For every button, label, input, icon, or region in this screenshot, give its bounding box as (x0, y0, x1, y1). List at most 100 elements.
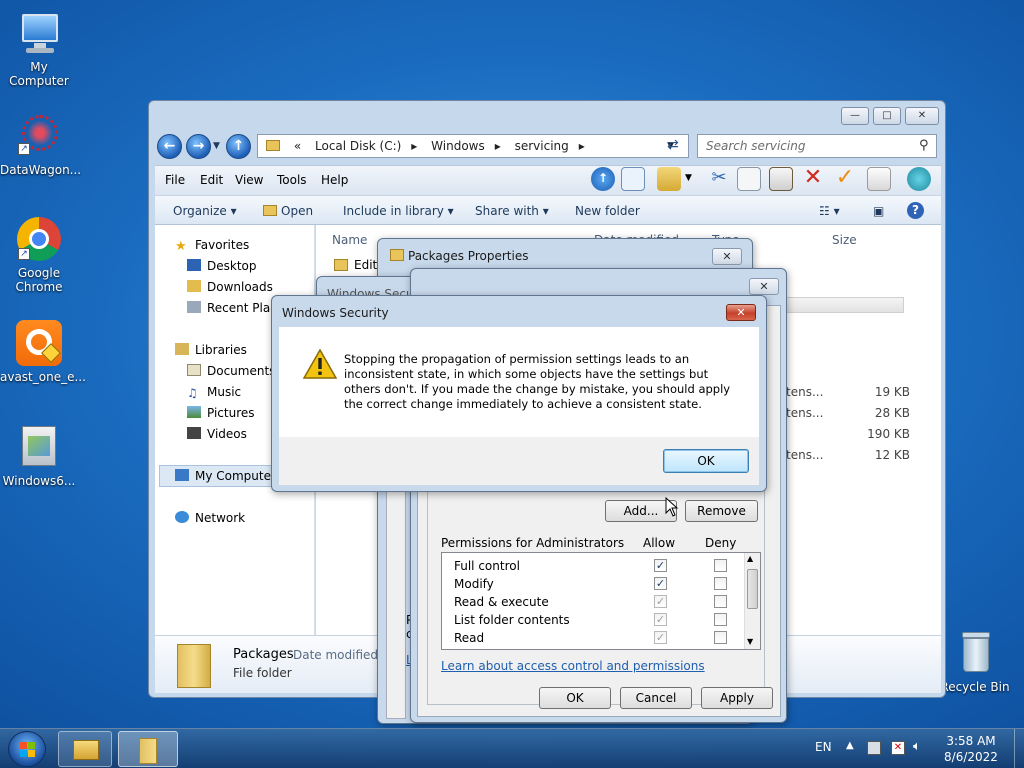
warning-message: Stopping the propagation of permission s… (344, 352, 731, 411)
allow-checkbox[interactable]: ✓ (654, 559, 667, 572)
close-button[interactable]: ✕ (726, 304, 756, 321)
properties-icon[interactable] (867, 167, 891, 191)
search-input[interactable]: Search servicing (697, 134, 937, 158)
details-type: File folder (233, 666, 292, 680)
breadcrumb-windows[interactable]: Windows (431, 139, 485, 153)
taskbar-explorer-button[interactable] (58, 731, 112, 767)
desktop-icon-recycle-bin[interactable]: Recycle Bin (936, 630, 1014, 694)
scroll-down-icon[interactable]: ▼ (747, 637, 753, 646)
deny-header: Deny (705, 536, 737, 550)
show-hidden-icons-icon[interactable]: ▲ (846, 740, 854, 751)
include-in-library-button[interactable]: Include in library ▾ (343, 204, 454, 218)
up-arrow-icon[interactable]: ↑ (226, 134, 251, 159)
desktop-icon-datawagon[interactable]: ↗ DataWagon... (0, 113, 81, 177)
taskbar: EN ▲ ✕ 🔈︎ 3:58 AM 8/6/2022 (0, 728, 1024, 768)
ok-button[interactable]: OK (539, 687, 611, 709)
nav-documents[interactable]: Documents (187, 362, 275, 380)
deny-checkbox[interactable] (714, 577, 727, 590)
allow-checkbox[interactable]: ✓ (654, 613, 667, 626)
ok-button[interactable]: OK (663, 449, 749, 473)
minimize-button[interactable]: — (841, 107, 869, 125)
refresh-icon[interactable]: ⇄ (667, 137, 679, 153)
menu-help[interactable]: Help (321, 173, 348, 187)
action-center-icon[interactable]: ✕ (891, 741, 905, 755)
close-button[interactable]: ✕ (749, 278, 779, 295)
menu-edit[interactable]: Edit (200, 173, 223, 187)
recent-places-icon (187, 301, 201, 313)
warning-dialog[interactable]: Windows Security ✕ Stopping the propagat… (271, 295, 767, 492)
new-folder-button[interactable]: New folder (575, 204, 640, 218)
nav-network[interactable]: Network (175, 509, 245, 527)
organize-button[interactable]: Organize ▾ (173, 204, 237, 218)
language-indicator[interactable]: EN (815, 740, 832, 754)
paste-icon[interactable] (769, 167, 793, 191)
preview-pane-icon[interactable]: ▣ (873, 204, 884, 218)
menu-view[interactable]: View (235, 173, 263, 187)
globe-icon[interactable] (907, 167, 931, 191)
desktop-icon-windows6[interactable]: Windows6... (0, 424, 78, 488)
nav-favorites[interactable]: ★ Favorites (175, 236, 249, 254)
search-icon[interactable]: ⚲ (919, 138, 929, 153)
folder-options-dropdown-icon[interactable]: ▼ (685, 173, 692, 183)
network-tray-icon[interactable] (867, 741, 881, 755)
copy-icon[interactable] (737, 167, 761, 191)
allow-checkbox[interactable]: ✓ (654, 631, 667, 644)
permissions-scrollbar[interactable]: ▲ ▼ (744, 553, 760, 649)
column-size[interactable]: Size (832, 233, 857, 247)
menu-file[interactable]: File (165, 173, 185, 187)
menu-tools[interactable]: Tools (277, 173, 307, 187)
help-icon[interactable]: ? (907, 202, 924, 219)
close-button[interactable]: ✕ (905, 107, 939, 125)
learn-more-link[interactable]: Learn about access control and permissio… (441, 659, 705, 673)
volume-icon[interactable]: 🔈︎ (913, 739, 921, 754)
permission-label: Read (454, 631, 485, 645)
open-button[interactable]: Open (263, 204, 313, 218)
nav-desktop[interactable]: Desktop (187, 257, 257, 275)
allow-checkbox[interactable]: ✓ (654, 595, 667, 608)
clock[interactable]: 3:58 AM 8/6/2022 (930, 733, 1012, 765)
desktop-icon-my-computer[interactable]: My Computer (0, 10, 78, 88)
deny-checkbox[interactable] (714, 613, 727, 626)
check-icon[interactable]: ✓ (833, 167, 857, 191)
share-with-button[interactable]: Share with ▾ (475, 204, 549, 218)
view-options-icon[interactable]: ☷ ▾ (819, 204, 840, 218)
delete-icon[interactable]: ✕ (801, 167, 825, 191)
deny-checkbox[interactable] (714, 595, 727, 608)
nav-libraries[interactable]: Libraries (175, 341, 247, 359)
deny-checkbox[interactable] (714, 559, 727, 572)
nav-my-computer[interactable]: My Computer (175, 467, 276, 485)
desktop-icon-avast[interactable]: avast_one_e... (0, 320, 86, 384)
maximize-button[interactable]: □ (873, 107, 901, 125)
taskbar-active-window-button[interactable] (118, 731, 178, 767)
cut-icon[interactable]: ✂ (707, 167, 731, 191)
start-button[interactable] (8, 731, 46, 767)
up-folder-icon[interactable]: ↑ (591, 167, 615, 191)
nav-music[interactable]: ♫ Music (187, 383, 241, 401)
cancel-button[interactable]: Cancel (620, 687, 692, 709)
recycle-bin-icon (952, 630, 998, 676)
deny-checkbox[interactable] (714, 631, 727, 644)
forward-arrow-icon[interactable]: → (186, 134, 211, 159)
back-arrow-icon[interactable]: ← (157, 134, 182, 159)
folder-options-icon[interactable] (657, 167, 681, 191)
nav-videos[interactable]: Videos (187, 425, 247, 443)
scroll-up-icon[interactable]: ▲ (747, 554, 753, 563)
close-button[interactable]: ✕ (712, 248, 742, 265)
scroll-thumb[interactable] (747, 569, 758, 609)
nav-downloads[interactable]: Downloads (187, 278, 273, 296)
breadcrumb-local-disk[interactable]: Local Disk (C:) (315, 139, 401, 153)
remove-button[interactable]: Remove (685, 500, 758, 522)
panes-icon[interactable] (621, 167, 645, 191)
avast-icon (16, 320, 62, 366)
history-dropdown-icon[interactable]: ▼ (213, 141, 220, 151)
star-icon: ★ (175, 239, 187, 254)
downloads-icon (187, 280, 201, 292)
address-bar[interactable]: « Local Disk (C:) ▸ Windows ▸ servicing ▸ ▼ (257, 134, 689, 158)
breadcrumb-servicing[interactable]: servicing (515, 139, 569, 153)
show-desktop-button[interactable] (1014, 729, 1024, 768)
desktop-icon-google-chrome[interactable]: ↗ Google Chrome (0, 216, 78, 294)
apply-button[interactable]: Apply (701, 687, 773, 709)
column-name[interactable]: Name (332, 233, 367, 247)
allow-checkbox[interactable]: ✓ (654, 577, 667, 590)
nav-pictures[interactable]: Pictures (187, 404, 255, 422)
